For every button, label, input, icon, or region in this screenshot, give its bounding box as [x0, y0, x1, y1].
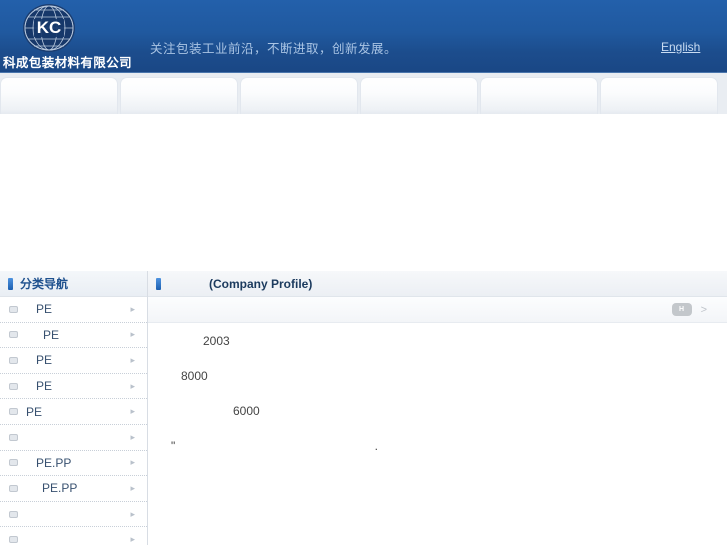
chevron-right-icon: ▸ [130, 508, 135, 519]
nav-tab-1[interactable] [0, 77, 118, 114]
sidebar-list-item[interactable]: PE ▸ [0, 373, 147, 400]
main-region: 分类导航 PE▸PE▸PE▸PE▸PE▸▸PE.PP▸PE.PP▸▸▸▸ (Co… [0, 271, 727, 545]
sidebar: 分类导航 PE▸PE▸PE▸PE▸PE▸▸PE.PP▸PE.PP▸▸▸▸ [0, 271, 148, 545]
sidebar-title: 分类导航 [20, 277, 69, 291]
breadcrumb-separator: > [700, 303, 707, 316]
article-paragraph: 2003 [203, 334, 230, 348]
blue-bar-icon [156, 277, 161, 290]
article-paragraph: 6000 [233, 404, 260, 418]
chevron-right-icon: ▸ [130, 329, 135, 340]
nav-tab-2[interactable] [120, 77, 238, 114]
home-icon[interactable]: H [671, 303, 692, 316]
language-switch-link[interactable]: English [661, 40, 700, 54]
sidebar-list-item[interactable]: PE.PP ▸ [0, 476, 147, 502]
chevron-right-icon: ▸ [130, 354, 135, 365]
content-header: (Company Profile) [148, 271, 727, 297]
sidebar-item-label: PE [36, 353, 53, 368]
svg-text:KC: KC [37, 18, 62, 37]
home-icon-glyph: H [679, 306, 685, 313]
bullet-square-icon [9, 433, 18, 441]
article-paragraph: 8000 [181, 369, 208, 383]
bullet-square-icon [9, 305, 18, 313]
chevron-right-icon: ▸ [130, 406, 135, 417]
site-header: KC 科成包装材料有限公司 关注包装工业前沿，不断进取，创新发展。 Englis… [0, 0, 727, 72]
bullet-square-icon [9, 331, 18, 339]
sidebar-item-label: PE [43, 327, 60, 342]
sidebar-item-label: PE.PP [36, 455, 72, 470]
sidebar-list-item[interactable]: ▸ [0, 424, 147, 451]
sidebar-item-label: PE.PP [42, 481, 78, 496]
sidebar-list-item[interactable]: PE.PP ▸ [0, 450, 147, 477]
chevron-right-icon: ▸ [130, 431, 135, 442]
nav-tab-4[interactable] [360, 77, 478, 114]
sidebar-list-item[interactable]: ▸ [0, 501, 147, 528]
sidebar-list-item[interactable]: PE ▸ [0, 322, 147, 349]
chevron-right-icon: ▸ [130, 457, 135, 468]
main-navigation [0, 72, 727, 114]
sidebar-list-item[interactable]: PE ▸ [0, 399, 147, 425]
content-panel: (Company Profile) H > 2003 8000 6000 " . [148, 271, 727, 545]
page-title: (Company Profile) [209, 276, 313, 291]
sidebar-item-label: PE [36, 302, 53, 317]
bullet-square-icon [9, 459, 18, 467]
bullet-square-icon [9, 484, 18, 492]
article-paragraph: " . [171, 439, 400, 453]
bullet-square-icon [9, 356, 18, 364]
sidebar-list-item[interactable]: PE ▸ [0, 297, 147, 323]
logo-block[interactable]: KC 科成包装材料有限公司 [0, 0, 140, 72]
chevron-right-icon: ▸ [130, 303, 135, 314]
sidebar-header: 分类导航 [0, 271, 147, 297]
breadcrumb: H > [148, 297, 727, 323]
nav-tab-6[interactable] [600, 77, 718, 114]
header-slogan: 关注包装工业前沿，不断进取，创新发展。 [150, 42, 398, 56]
company-profile-article: 2003 8000 6000 " . [148, 323, 727, 473]
sidebar-item-label: PE [36, 379, 53, 394]
sidebar-list-item[interactable]: PE ▸ [0, 348, 147, 374]
chevron-right-icon: ▸ [130, 482, 135, 493]
company-logo-icon: KC [23, 4, 75, 52]
company-name: 科成包装材料有限公司 [3, 56, 133, 70]
bullet-square-icon [9, 408, 18, 416]
bullet-square-icon [9, 536, 18, 544]
sidebar-list-item[interactable]: ▸ [0, 527, 147, 545]
bullet-square-icon [9, 510, 18, 518]
chevron-right-icon: ▸ [130, 380, 135, 391]
banner-area [0, 114, 727, 271]
bullet-square-icon [9, 382, 18, 390]
sidebar-list: PE▸PE▸PE▸PE▸PE▸▸PE.PP▸PE.PP▸▸▸▸ [0, 297, 147, 545]
nav-tab-5[interactable] [480, 77, 598, 114]
nav-tab-3[interactable] [240, 77, 358, 114]
chevron-right-icon: ▸ [130, 534, 135, 545]
blue-bar-icon [8, 277, 13, 290]
sidebar-item-label: PE [26, 404, 43, 419]
